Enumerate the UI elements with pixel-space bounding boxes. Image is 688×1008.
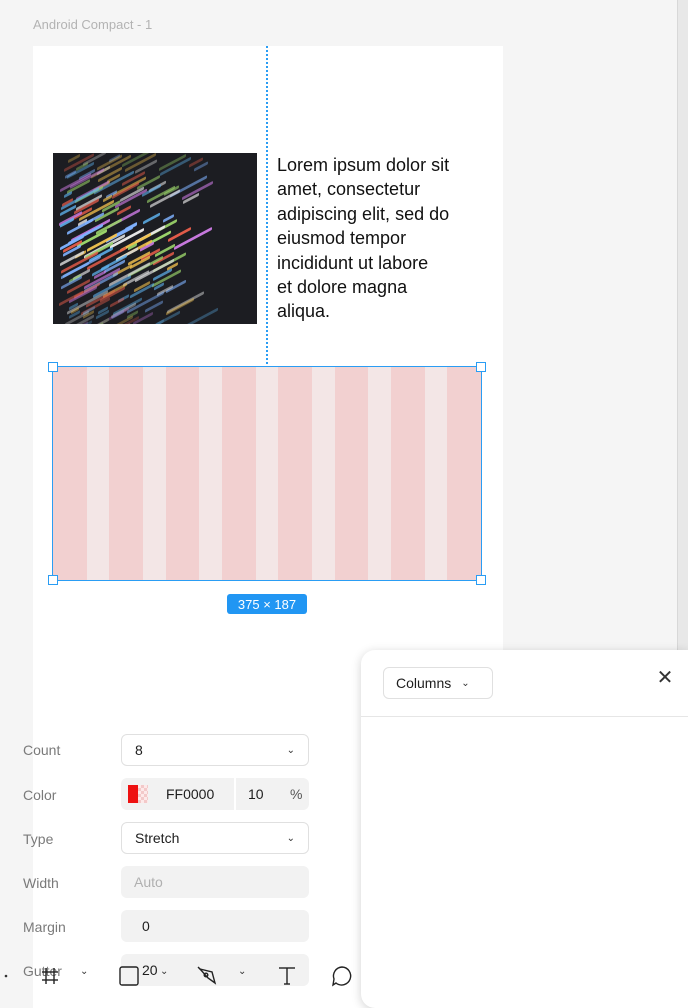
bottom-toolbar: ⌄ ⌄ ⌄: [0, 944, 361, 1008]
grid-column: [447, 367, 481, 580]
grid-column: [221, 367, 256, 580]
frame-label[interactable]: Android Compact - 1: [33, 17, 152, 32]
color-label: Color: [23, 787, 57, 803]
count-label: Count: [23, 742, 61, 758]
panel-header: Columns ⌄ ✕: [361, 650, 688, 717]
resize-handle-bottom-right[interactable]: [476, 575, 486, 585]
center-guide-line: [266, 46, 268, 364]
opacity-field[interactable]: 10 %: [236, 778, 309, 810]
text-tool-icon[interactable]: [276, 944, 298, 1008]
grid-column: [165, 367, 200, 580]
size-badge: 375 × 187: [227, 594, 307, 614]
resize-handle-top-right[interactable]: [476, 362, 486, 372]
grid-column: [109, 367, 144, 580]
opacity-value: 10: [248, 786, 264, 802]
comment-tool-icon[interactable]: [330, 944, 354, 1008]
margin-value: 0: [142, 918, 150, 934]
chevron-down-icon: ⌄: [286, 744, 295, 756]
grid-column: [53, 367, 87, 580]
width-placeholder: Auto: [134, 874, 163, 890]
chevron-down-icon[interactable]: ⌄: [238, 966, 246, 977]
type-value: Stretch: [135, 830, 180, 846]
color-swatch[interactable]: [128, 785, 148, 803]
margin-label: Margin: [23, 919, 66, 935]
rectangle-tool-icon[interactable]: [118, 944, 140, 1008]
count-value: 8: [135, 742, 143, 758]
layout-grid-panel: Columns ⌄ ✕: [361, 650, 688, 1008]
toolbar-edge-dot: [4, 944, 8, 1008]
type-label: Type: [23, 831, 54, 847]
close-icon[interactable]: ✕: [653, 666, 677, 690]
color-field: FF0000 10 %: [121, 778, 309, 810]
code-image[interactable]: [53, 153, 257, 324]
chevron-down-icon: ⌄: [461, 677, 470, 689]
pen-tool-icon[interactable]: [196, 944, 218, 1008]
grid-column: [390, 367, 425, 580]
resize-handle-bottom-left[interactable]: [48, 575, 58, 585]
layout-grid-selection[interactable]: [52, 366, 482, 581]
color-hex-value: FF0000: [166, 786, 215, 802]
chevron-down-icon[interactable]: ⌄: [160, 966, 168, 977]
chevron-down-icon: ⌄: [286, 832, 295, 844]
frame-tool-icon[interactable]: [40, 944, 60, 1008]
grid-column: [278, 367, 313, 580]
opacity-unit: %: [290, 786, 303, 802]
lorem-text[interactable]: Lorem ipsum dolor sit amet, consectetur …: [277, 153, 482, 324]
color-hex-field[interactable]: FF0000: [121, 778, 234, 810]
count-select[interactable]: 8 ⌄: [121, 734, 309, 766]
grid-column: [334, 367, 369, 580]
grid-type-select[interactable]: Columns ⌄: [383, 667, 493, 699]
chevron-down-icon[interactable]: ⌄: [80, 966, 88, 977]
width-label: Width: [23, 875, 59, 891]
grid-type-label: Columns: [396, 675, 452, 691]
resize-handle-top-left[interactable]: [48, 362, 58, 372]
width-field[interactable]: Auto: [121, 866, 309, 898]
type-select[interactable]: Stretch ⌄: [121, 822, 309, 854]
margin-field[interactable]: 0: [121, 910, 309, 942]
